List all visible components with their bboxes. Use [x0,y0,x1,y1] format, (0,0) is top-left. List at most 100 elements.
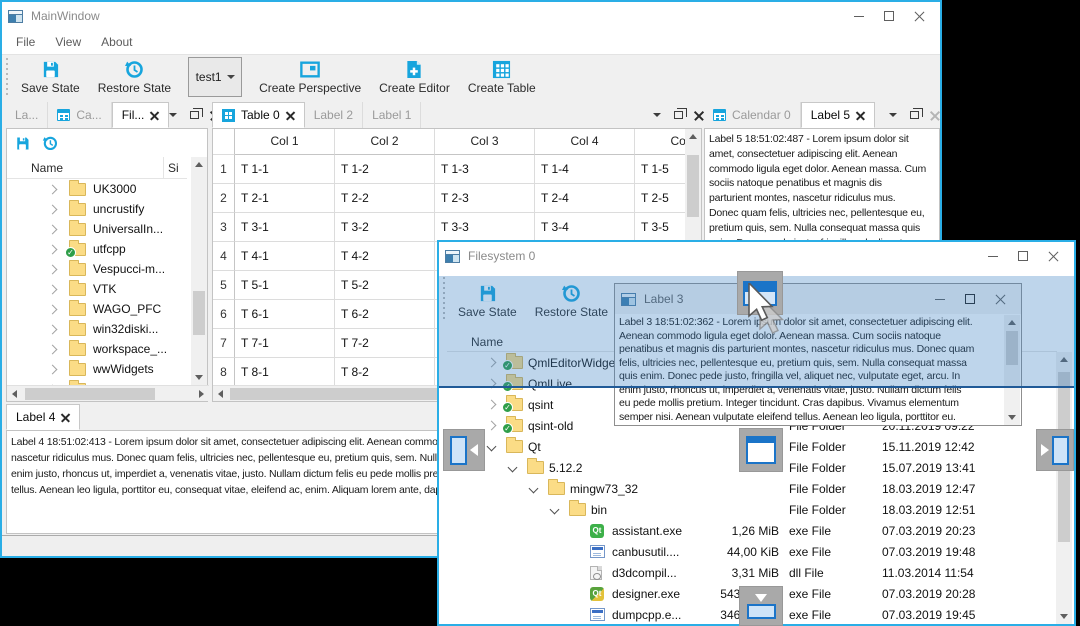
tree-item[interactable]: UK3000 [7,179,187,199]
row-number[interactable]: 7 [213,329,235,358]
table-cell[interactable]: T 3-4 [535,213,635,242]
menu-view[interactable]: View [45,35,91,49]
chevron-down-icon[interactable] [528,483,539,494]
close-button[interactable] [904,5,934,27]
table-cell[interactable]: T 8-2 [335,358,435,385]
column-header-size[interactable]: Si [163,157,179,178]
tree-item[interactable]: win32diski... [7,319,187,339]
float-panel-button[interactable] [187,108,203,122]
column-header[interactable]: Col 5 [635,129,686,155]
float-panel-button[interactable] [671,108,687,122]
minimize-button[interactable] [844,5,874,27]
create-perspective-button[interactable]: Create Perspective [250,58,370,96]
table-cell[interactable]: T 2-3 [435,184,535,213]
tree-item[interactable]: Vespucci-m... [7,259,187,279]
chevron-right-icon[interactable] [47,364,58,374]
row-number[interactable]: 6 [213,300,235,329]
main-titlebar[interactable]: MainWindow [2,2,940,30]
dock-indicator-right[interactable] [1036,429,1074,471]
table-cell[interactable]: T 7-2 [335,329,435,358]
dock-indicator-left[interactable] [443,429,485,471]
table-cell[interactable]: T 1-3 [435,155,535,184]
tab-menu-button[interactable] [166,108,180,122]
column-header[interactable]: Col 2 [335,129,435,155]
table-cell[interactable]: T 3-5 [635,213,686,242]
table-cell[interactable]: T 1-1 [235,155,335,184]
save-state-button[interactable]: Save State [12,58,89,96]
perspective-dropdown[interactable]: test1 [188,57,243,97]
close-tab-icon[interactable] [286,111,295,120]
chevron-down-icon[interactable] [549,504,560,515]
close-panel-button[interactable] [928,108,942,122]
table-cell[interactable]: T 5-2 [335,271,435,300]
restore-state-button[interactable]: Restore State [89,58,180,96]
filesystem-titlebar[interactable]: Filesystem 0 [439,242,1074,270]
tree-item[interactable]: mingw73_32 File Folder 18.03.2019 12:47 [439,478,1057,499]
menu-about[interactable]: About [91,35,142,49]
table-cell[interactable]: T 2-5 [635,184,686,213]
row-number[interactable]: 2 [213,184,235,213]
chevron-right-icon[interactable] [47,204,58,214]
tab-label-1[interactable]: Label 1 [363,102,422,128]
table-cell[interactable]: T 3-1 [235,213,335,242]
column-header[interactable]: Col 4 [535,129,635,155]
row-number[interactable]: 3 [213,213,235,242]
table-cell[interactable]: T 2-1 [235,184,335,213]
chevron-right-icon[interactable] [47,304,58,314]
tree-item[interactable]: WAGO_PFC [7,299,187,319]
table-cell[interactable]: T 6-2 [335,300,435,329]
table-cell[interactable]: T 6-1 [235,300,335,329]
close-tab-icon[interactable] [61,413,70,422]
chevron-right-icon[interactable] [47,324,58,334]
left-tree-hscrollbar[interactable] [7,385,209,401]
row-number[interactable]: 4 [213,242,235,271]
create-table-button[interactable]: Create Table [459,58,545,96]
tab-la-[interactable]: La... [6,102,49,128]
tree-item[interactable]: VTK [7,279,187,299]
chevron-right-icon[interactable] [47,284,58,294]
tree-item[interactable]: workspace_... [7,339,187,359]
column-header[interactable]: Col 3 [435,129,535,155]
column-header-name[interactable]: Name Si [7,157,187,179]
chevron-right-icon[interactable] [47,244,58,254]
dock-indicator-center[interactable] [739,428,783,472]
table-cell[interactable]: T 8-1 [235,358,335,385]
tree-item[interactable]: bin File Folder 18.03.2019 12:51 [439,499,1057,520]
tree-item[interactable]: d3dcompil... 3,31 MiB dll File 11.03.2014 1… [439,562,1057,583]
filesystem-vscrollbar[interactable] [1056,352,1072,624]
table-cell[interactable]: T 1-5 [635,155,686,184]
tab-calendar-0[interactable]: Calendar 0 [704,102,801,128]
tab-label-5[interactable]: Label 5 [800,102,876,128]
table-cell[interactable]: T 2-2 [335,184,435,213]
table-cell[interactable]: T 5-1 [235,271,335,300]
chevron-right-icon[interactable] [47,224,58,234]
close-tab-icon[interactable] [150,111,159,120]
row-number[interactable]: 5 [213,271,235,300]
column-header[interactable]: Col 1 [235,129,335,155]
tree-item[interactable]: uncrustify [7,199,187,219]
maximize-button[interactable] [874,5,904,27]
table-cell[interactable]: T 1-2 [335,155,435,184]
toolbar-drag-handle[interactable] [4,58,10,96]
float-panel-button[interactable] [907,108,923,122]
tree-item[interactable]: utfcpp [7,239,187,259]
chevron-right-icon[interactable] [486,420,497,431]
maximize-button[interactable] [1008,245,1038,267]
tree-item[interactable]: UniversalIn... [7,219,187,239]
create-editor-button[interactable]: Create Editor [370,58,459,96]
tab-label-2[interactable]: Label 2 [305,102,364,128]
table-cell[interactable]: T 7-1 [235,329,335,358]
table-cell[interactable]: T 3-2 [335,213,435,242]
dock-indicator-bottom[interactable] [739,586,783,626]
table-cell[interactable]: T 4-1 [235,242,335,271]
row-number[interactable]: 1 [213,155,235,184]
tree-item[interactable]: canbusutil.... 44,00 KiB exe File 07.03.201… [439,541,1057,562]
left-tree-vscrollbar[interactable] [191,157,207,385]
chevron-right-icon[interactable] [47,184,58,194]
close-button[interactable] [1038,245,1068,267]
history-icon[interactable] [42,135,58,151]
tab-menu-button[interactable] [886,108,900,122]
tab-table-0[interactable]: Table 0 [212,102,305,128]
close-tab-icon[interactable] [856,111,865,120]
chevron-right-icon[interactable] [47,264,58,274]
